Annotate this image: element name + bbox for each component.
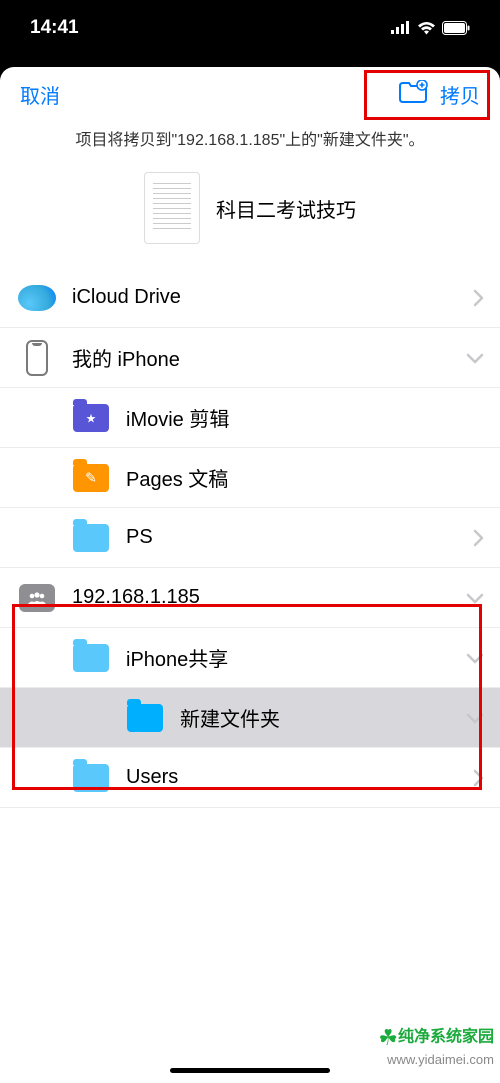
chevron-down-icon	[466, 592, 484, 604]
nav-bar: 取消 拷贝	[0, 67, 500, 122]
location-row-server[interactable]: 192.168.1.185	[0, 568, 500, 628]
status-icons	[391, 21, 470, 35]
folder-row-imovie[interactable]: iMovie 剪辑	[0, 388, 500, 448]
leaf-icon: ☘	[378, 1025, 398, 1050]
row-label: Pages 文稿	[126, 463, 484, 492]
row-label: 新建文件夹	[180, 703, 466, 732]
shared-server-icon	[19, 584, 55, 612]
folder-icon	[73, 404, 109, 432]
folder-icon	[73, 524, 109, 552]
folder-icon	[73, 644, 109, 672]
folder-row-newfolder[interactable]: 新建文件夹	[0, 688, 500, 748]
home-indicator[interactable]	[170, 1068, 330, 1073]
row-label: 我的 iPhone	[72, 343, 466, 372]
battery-icon	[442, 21, 470, 35]
document-title: 科目二考试技巧	[216, 194, 356, 223]
folder-row-users[interactable]: Users	[0, 748, 500, 808]
folder-row-iphoneshare[interactable]: iPhone共享	[0, 628, 500, 688]
row-label: PS	[126, 526, 472, 549]
chevron-down-icon	[466, 652, 484, 664]
row-label: iMovie 剪辑	[126, 403, 484, 432]
row-label: iPhone共享	[126, 643, 466, 672]
copy-sheet: 取消 拷贝 项目将拷贝到"192.168.1.185"上的"新建文件夹"。 科目…	[0, 67, 500, 1083]
chevron-right-icon	[472, 529, 484, 547]
location-list: iCloud Drive 我的 iPhone iMovie 剪辑 Pages 文…	[0, 268, 500, 1083]
chevron-down-icon	[466, 352, 484, 364]
status-bar: 14:41	[0, 0, 500, 55]
folder-plus-icon	[398, 80, 428, 104]
location-row-myiphone[interactable]: 我的 iPhone	[0, 328, 500, 388]
destination-subtitle: 项目将拷贝到"192.168.1.185"上的"新建文件夹"。	[0, 126, 500, 150]
iphone-icon	[26, 340, 48, 376]
status-time: 14:41	[30, 17, 79, 39]
row-label: iCloud Drive	[72, 286, 472, 309]
wifi-icon	[417, 21, 436, 35]
copy-button[interactable]: 拷贝	[440, 80, 480, 109]
chevron-right-icon	[472, 769, 484, 787]
document-thumbnail-icon	[144, 172, 200, 244]
row-label: Users	[126, 766, 472, 789]
chevron-right-icon	[472, 289, 484, 307]
signal-icon	[391, 21, 411, 34]
folder-icon	[73, 464, 109, 492]
row-label: 192.168.1.185	[72, 586, 466, 609]
new-folder-button[interactable]	[398, 80, 428, 110]
folder-icon	[73, 764, 109, 792]
watermark-url: www.yidaimei.com	[378, 1052, 494, 1069]
watermark-brand: 纯净系统家园	[398, 1028, 494, 1045]
location-row-icloud[interactable]: iCloud Drive	[0, 268, 500, 328]
chevron-down-icon	[466, 712, 484, 724]
cancel-button[interactable]: 取消	[20, 80, 60, 109]
document-preview: 科目二考试技巧	[0, 172, 500, 244]
watermark: ☘纯净系统家园 www.yidaimei.com	[378, 1024, 494, 1069]
folder-row-pages[interactable]: Pages 文稿	[0, 448, 500, 508]
folder-row-ps[interactable]: PS	[0, 508, 500, 568]
icloud-icon	[18, 285, 56, 311]
folder-icon	[127, 704, 163, 732]
